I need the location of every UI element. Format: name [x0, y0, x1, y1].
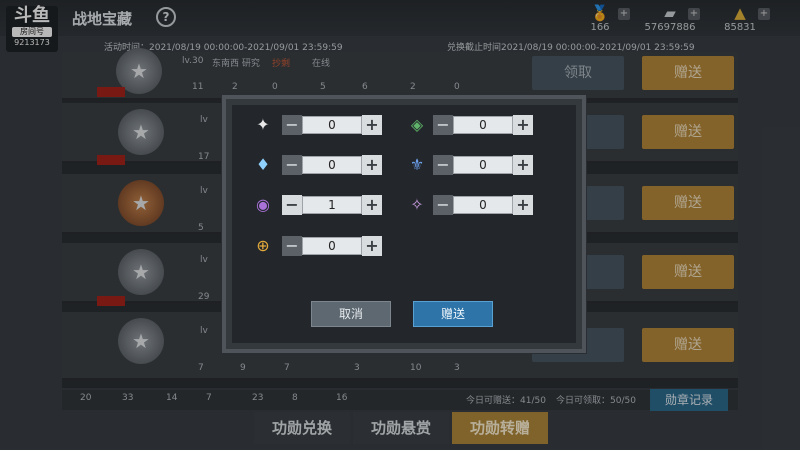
green-diamond-icon: ◈ [410, 115, 424, 134]
cancel-button[interactable]: 取消 [311, 301, 391, 327]
increment-button[interactable]: + [362, 195, 382, 215]
dialog-body [232, 105, 576, 343]
decrement-button[interactable]: − [433, 115, 453, 135]
increment-button[interactable]: + [513, 155, 533, 175]
quantity-field[interactable]: 1 [302, 196, 362, 214]
decrement-button[interactable]: − [433, 155, 453, 175]
blue-wings-icon: ⚜ [409, 155, 425, 174]
blue-diamond-icon: ♦ [255, 155, 271, 174]
decrement-button[interactable]: − [433, 195, 453, 215]
confirm-gift-button[interactable]: 赠送 [413, 301, 493, 327]
increment-button[interactable]: + [513, 115, 533, 135]
decrement-button[interactable]: − [282, 236, 302, 256]
decrement-button[interactable]: − [282, 155, 302, 175]
gold-medal-icon: ⊕ [256, 236, 270, 255]
purple-star-icon: ✧ [410, 195, 424, 214]
increment-button[interactable]: + [513, 195, 533, 215]
quantity-field[interactable]: 0 [302, 237, 362, 255]
quantity-field[interactable]: 0 [453, 196, 513, 214]
quantity-field[interactable]: 0 [453, 156, 513, 174]
quantity-field[interactable]: 0 [302, 156, 362, 174]
increment-button[interactable]: + [362, 155, 382, 175]
increment-button[interactable]: + [362, 115, 382, 135]
quantity-field[interactable]: 0 [453, 116, 513, 134]
increment-button[interactable]: + [362, 236, 382, 256]
decrement-button[interactable]: − [282, 115, 302, 135]
decrement-button[interactable]: − [282, 195, 302, 215]
quantity-field[interactable]: 0 [302, 116, 362, 134]
silver-star-icon: ✦ [256, 115, 270, 134]
purple-medal-icon: ◉ [256, 195, 270, 214]
